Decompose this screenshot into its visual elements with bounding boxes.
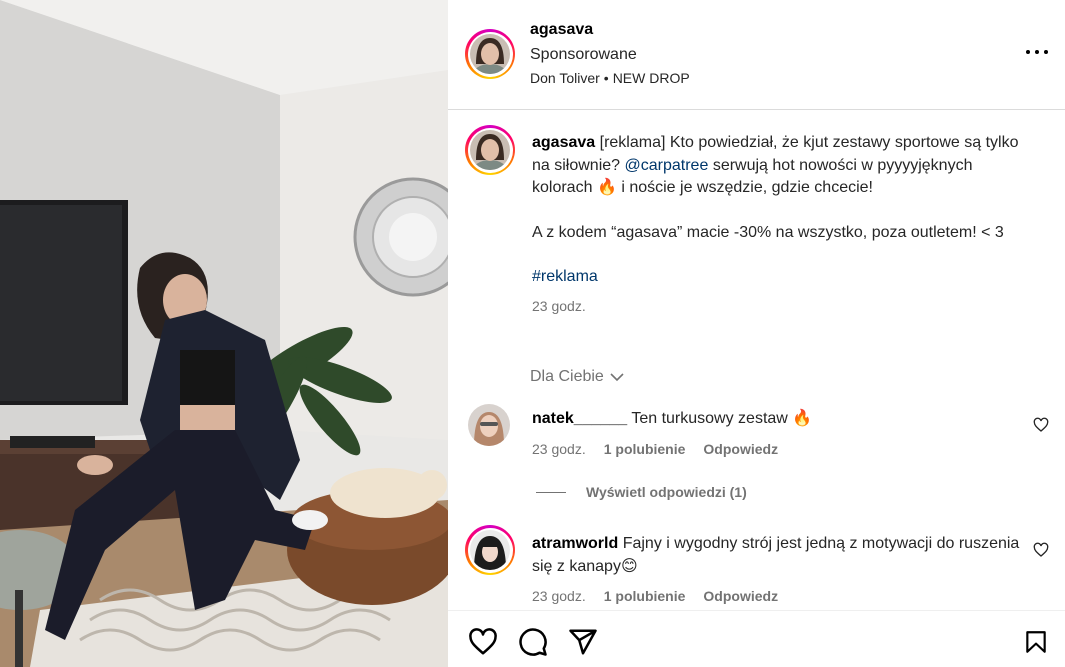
comment: atramworld Fajny i wygodny strój jest je… [532,533,1022,578]
audio-artist[interactable]: Don Toliver [530,70,600,86]
for-you-toggle[interactable]: Dla Ciebie [530,368,624,386]
comment-time[interactable]: 23 godz. [532,588,586,604]
caption-username[interactable]: agasava [532,134,595,151]
audio-info[interactable]: Don Toliver • NEW DROP [530,70,690,86]
reply-button[interactable]: Odpowiedz [703,441,778,457]
for-you-label: Dla Ciebie [530,368,604,385]
comment-like-heart-icon[interactable] [1033,542,1049,558]
more-horizontal-icon[interactable] [1026,40,1048,64]
comment-time[interactable]: 23 godz. [532,441,586,457]
heart-icon[interactable] [468,627,498,657]
comment-meta: 23 godz. 1 polubienie Odpowiedz [532,441,778,457]
caption-hashtag[interactable]: #reklama [532,268,598,285]
comment-avatar[interactable] [468,404,510,446]
post-image[interactable] [0,0,448,667]
comment-like-heart-icon[interactable] [1033,417,1049,433]
action-bar [448,610,1065,667]
comment-icon[interactable] [518,627,548,657]
comment-text: Ten turkusowy zestaw [631,410,788,427]
caption-mention[interactable]: @carpatree [625,157,709,174]
audio-separator: • [603,70,609,86]
post-caption: agasava [reklama] Kto powiedział, że kju… [532,132,1032,317]
post-details-panel: agasava Sponsorowane Don Toliver • NEW DRO… [448,0,1065,667]
comment-username[interactable]: atramworld [532,535,618,552]
post-header: agasava Sponsorowane Don Toliver • NEW DRO… [448,0,1065,110]
fire-emoji-icon: 🔥 [596,179,617,196]
caption-avatar[interactable] [465,125,515,175]
author-avatar[interactable] [465,29,515,79]
view-replies-label: Wyświetl odpowiedzi (1) [586,484,747,500]
comment-likes[interactable]: 1 polubienie [604,588,686,604]
caption-time[interactable]: 23 godz. [532,295,1032,318]
comment-meta: 23 godz. 1 polubienie Odpowiedz [532,588,778,604]
view-replies-button[interactable]: Wyświetl odpowiedzi (1) [536,484,747,500]
sponsored-label[interactable]: Sponsorowane [530,46,637,64]
caption-paragraph-2: A z kodem “agasava” macie -30% na wszyst… [532,223,1004,241]
share-icon[interactable] [568,627,598,657]
comment-avatar[interactable] [465,525,515,575]
author-username[interactable]: agasava [530,21,593,39]
reply-button[interactable]: Odpowiedz [703,588,778,604]
smile-emoji-icon: 😊 [620,557,638,575]
chevron-down-icon [610,373,624,382]
replies-line [536,491,566,493]
comment-likes[interactable]: 1 polubienie [604,441,686,457]
audio-track[interactable]: NEW DROP [613,70,690,86]
fire-emoji-icon: 🔥 [792,410,813,427]
post-dialog: agasava Sponsorowane Don Toliver • NEW DRO… [0,0,1065,667]
caption-text-3: i noście je wszędzie, gdzie chcecie! [621,179,873,196]
bookmark-icon[interactable] [1023,627,1049,657]
comment-username[interactable]: natek______ [532,410,627,427]
comment: natek______ Ten turkusowy zestaw 🔥 [532,408,1022,431]
